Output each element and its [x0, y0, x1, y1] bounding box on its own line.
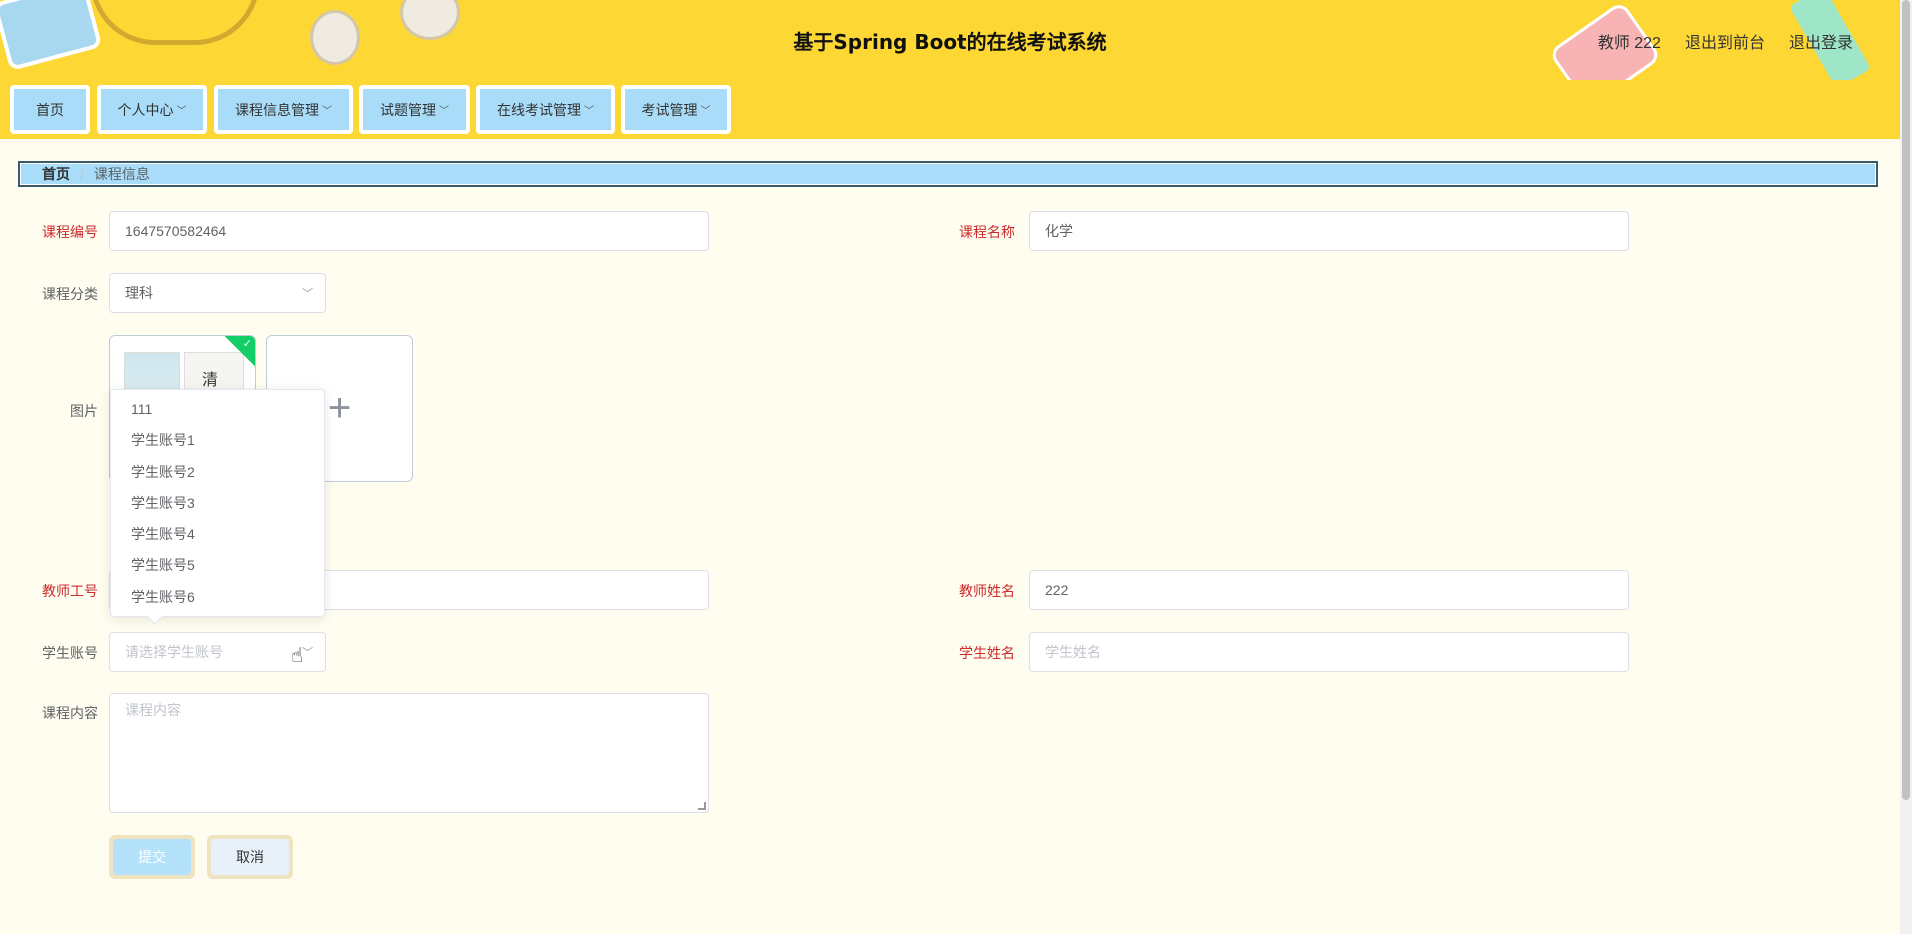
course-name-label: 课程名称	[959, 224, 1015, 240]
course-content-placeholder: 课程内容	[125, 702, 181, 718]
nav-item-exam-management[interactable]: 考试管理 ﹀	[621, 85, 731, 134]
cancel-button[interactable]: 取消	[211, 839, 289, 875]
dropdown-option[interactable]: 学生账号4	[111, 519, 324, 550]
breadcrumb-home[interactable]: 首页	[42, 164, 70, 184]
nav-item-label: 个人中心	[117, 101, 174, 118]
dropdown-option[interactable]: 111	[111, 394, 324, 425]
hand-cursor-icon: ☝	[291, 645, 304, 667]
logout-link[interactable]: 退出登录	[1789, 29, 1853, 53]
nav-item-home[interactable]: 首页	[10, 85, 90, 134]
nav-item-label: 首页	[36, 101, 64, 118]
chevron-down-icon: ﹀	[700, 106, 711, 117]
dropdown-option[interactable]: 学生账号1	[111, 425, 324, 456]
student-name-placeholder: 学生姓名	[1045, 644, 1101, 660]
student-account-placeholder: 请选择学生账号	[125, 644, 223, 660]
course-no-label: 课程编号	[42, 224, 98, 240]
teacher-name-label: 教师姓名	[959, 583, 1015, 599]
dropdown-option[interactable]: 学生账号3	[111, 488, 324, 519]
breadcrumb-separator: /	[80, 166, 84, 182]
resize-grip-icon[interactable]	[698, 802, 706, 810]
student-name-input[interactable]: 学生姓名	[1029, 632, 1629, 672]
top-nav: 首页 个人中心 ﹀ 课程信息管理 ﹀ 试题管理 ﹀ 在线考试管理 ﹀ 考试管理 ﹀	[0, 80, 1900, 139]
student-account-dropdown: 111 学生账号1 学生账号2 学生账号3 学生账号4 学生账号5 学生账号6	[110, 389, 325, 625]
nav-item-course-management[interactable]: 课程信息管理 ﹀	[214, 85, 353, 134]
chevron-down-icon: ﹀	[302, 647, 313, 659]
nav-item-label: 课程信息管理	[235, 101, 319, 118]
book-cover-image: 清	[202, 372, 219, 389]
student-account-label: 学生账号	[42, 645, 98, 661]
breadcrumb-current: 课程信息	[93, 166, 150, 182]
nav-item-question-management[interactable]: 试题管理 ﹀	[359, 85, 470, 134]
teacher-name-input[interactable]: 222	[1029, 570, 1629, 610]
page-scrollbar[interactable]	[1900, 0, 1912, 934]
nav-item-label: 考试管理	[641, 101, 698, 118]
student-name-label: 学生姓名	[959, 645, 1015, 661]
course-category-label: 课程分类	[42, 286, 98, 302]
chevron-down-icon: ﹀	[322, 106, 332, 117]
course-no-value: 1647570582464	[125, 223, 227, 239]
header-bar: 基于Spring Boot的在线考试系统 教师 222 退出到前台 退出登录	[0, 0, 1900, 80]
nav-item-label: 在线考试管理	[497, 101, 581, 118]
submit-button[interactable]: 提交	[113, 839, 191, 875]
chevron-down-icon: ﹀	[302, 288, 313, 300]
nav-item-personal-center[interactable]: 个人中心 ﹀	[97, 85, 207, 134]
course-content-label: 课程内容	[42, 705, 98, 721]
course-content-textarea[interactable]: 课程内容	[109, 693, 709, 813]
scrollbar-thumb[interactable]	[1902, 0, 1910, 800]
check-icon: ✓	[242, 338, 252, 350]
course-name-input[interactable]: 化学	[1029, 211, 1629, 251]
dropdown-option[interactable]: 学生账号2	[111, 457, 324, 488]
teacher-no-label: 教师工号	[42, 583, 98, 599]
course-category-value: 理科	[125, 285, 153, 301]
plus-icon: +	[327, 386, 352, 430]
course-category-select[interactable]: 理科 ﹀	[109, 273, 326, 313]
cancel-button-wrapper: 取消	[207, 835, 293, 879]
back-to-front-link[interactable]: 退出到前台	[1685, 29, 1765, 53]
chevron-down-icon: ﹀	[439, 106, 449, 117]
breadcrumb: 首页 / 课程信息	[18, 161, 1878, 187]
teacher-name-value: 222	[1045, 582, 1069, 598]
dropdown-option[interactable]: 学生账号5	[111, 550, 324, 581]
course-no-input[interactable]: 1647570582464	[109, 211, 709, 251]
chevron-down-icon: ﹀	[584, 106, 594, 117]
nav-item-label: 试题管理	[380, 101, 436, 118]
dropdown-option[interactable]: 学生账号6	[111, 582, 324, 613]
user-label: 教师 222	[1597, 35, 1661, 52]
course-name-value: 化学	[1045, 223, 1073, 239]
chevron-down-icon: ﹀	[176, 106, 187, 117]
image-label: 图片	[70, 403, 98, 419]
nav-item-online-exam-management[interactable]: 在线考试管理 ﹀	[476, 85, 615, 134]
submit-button-wrapper: 提交	[109, 835, 195, 879]
